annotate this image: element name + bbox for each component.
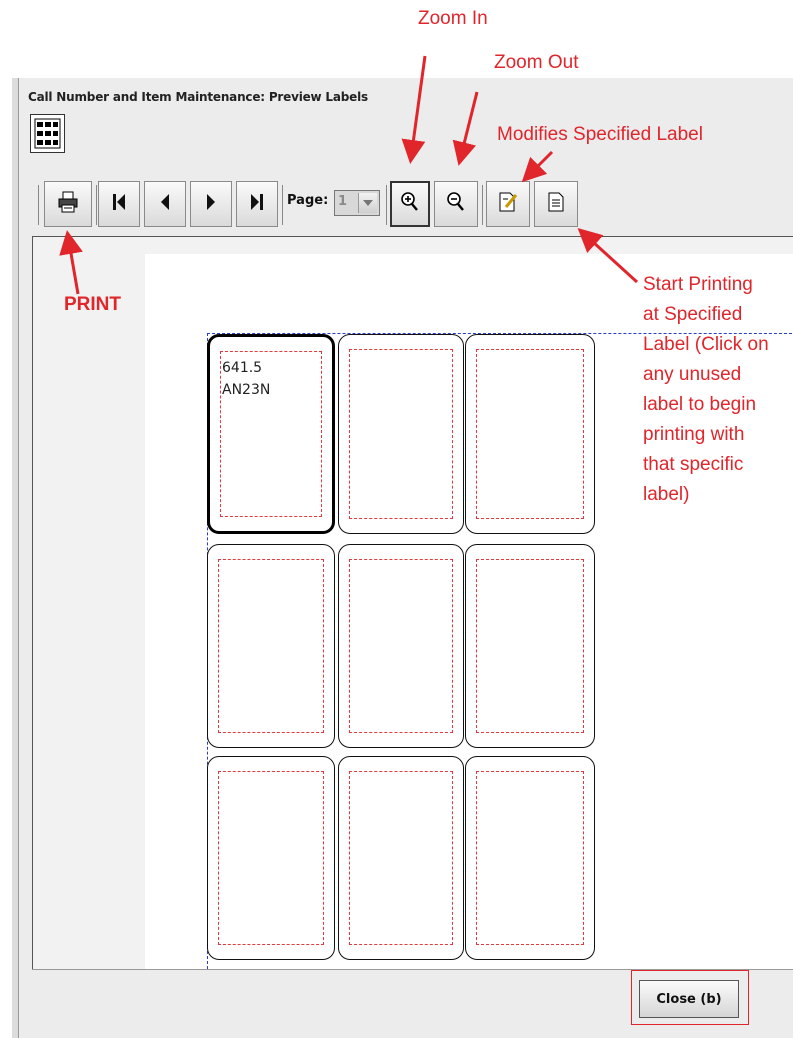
annotation-zoom-out: Zoom Out: [494, 52, 579, 73]
modify-label-button[interactable]: [486, 181, 530, 227]
label-cell-7[interactable]: [207, 756, 335, 960]
zoom-in-icon: [400, 191, 420, 217]
annotation-line: label): [643, 484, 690, 505]
annotation-line: Label (Click on: [643, 334, 769, 355]
toolbar-separator: [282, 185, 283, 225]
annotation-modifies-label: Modifies Specified Label: [497, 124, 703, 145]
window-left-border: [12, 78, 19, 1038]
label-print-area: [218, 559, 324, 733]
label-cell-3[interactable]: [465, 334, 595, 534]
annotation-start-printing: Start Printing at Specified Label (Click…: [643, 270, 793, 510]
label-print-area: [218, 771, 324, 945]
next-icon: [204, 192, 218, 216]
close-button[interactable]: Close (b): [639, 980, 739, 1018]
annotation-print: PRINT: [64, 294, 121, 315]
last-page-button[interactable]: [236, 181, 278, 227]
previous-icon: [158, 192, 172, 216]
page-label: Page:: [287, 193, 329, 208]
toolbar-separator: [96, 185, 97, 225]
annotation-zoom-in: Zoom In: [418, 8, 488, 29]
label-print-area: [349, 771, 453, 945]
label-line-call-number: 641.5: [222, 360, 263, 376]
printer-icon: [58, 191, 78, 217]
toolbar-separator: [482, 185, 483, 225]
annotation-line: that specific: [643, 454, 744, 475]
label-print-area: [476, 771, 584, 945]
first-page-icon: [111, 192, 127, 216]
annotation-line: printing with: [643, 424, 745, 445]
annotation-line: any unused: [643, 364, 742, 385]
label-print-area: [476, 349, 584, 519]
page-select[interactable]: 1: [334, 190, 380, 216]
print-button[interactable]: [44, 181, 92, 227]
label-print-area: [476, 559, 584, 733]
first-page-button[interactable]: [98, 181, 140, 227]
page-select-value: 1: [338, 194, 348, 209]
previous-page-button[interactable]: [144, 181, 186, 227]
window-title: Call Number and Item Maintenance: Previe…: [28, 90, 368, 104]
label-cell-1[interactable]: 641.5 AN23N: [207, 334, 335, 534]
toolbar-separator: [38, 185, 39, 225]
document-icon: [547, 191, 565, 217]
annotation-line: at Specified: [643, 304, 743, 325]
label-print-area: [349, 559, 453, 733]
annotation-line: label to begin: [643, 394, 757, 415]
start-printing-button[interactable]: [534, 181, 578, 227]
zoom-out-icon: [446, 191, 466, 217]
label-cell-5[interactable]: [338, 544, 464, 748]
toolbar-separator: [386, 185, 387, 225]
edit-document-icon: [498, 191, 518, 217]
annotation-line: Start Printing: [643, 274, 753, 295]
label-cell-9[interactable]: [465, 756, 595, 960]
label-grid-icon[interactable]: [30, 114, 65, 153]
label-cell-6[interactable]: [465, 544, 595, 748]
label-print-area: [349, 349, 453, 519]
label-text: 641.5 AN23N: [222, 357, 270, 401]
zoom-out-button[interactable]: [434, 181, 478, 227]
label-cell-8[interactable]: [338, 756, 464, 960]
next-page-button[interactable]: [190, 181, 232, 227]
last-page-icon: [249, 192, 265, 216]
chevron-down-icon[interactable]: [358, 193, 377, 213]
label-line-cutter: AN23N: [222, 382, 271, 398]
label-cell-2[interactable]: [338, 334, 464, 534]
label-cell-4[interactable]: [207, 544, 335, 748]
zoom-in-button[interactable]: [390, 181, 430, 227]
